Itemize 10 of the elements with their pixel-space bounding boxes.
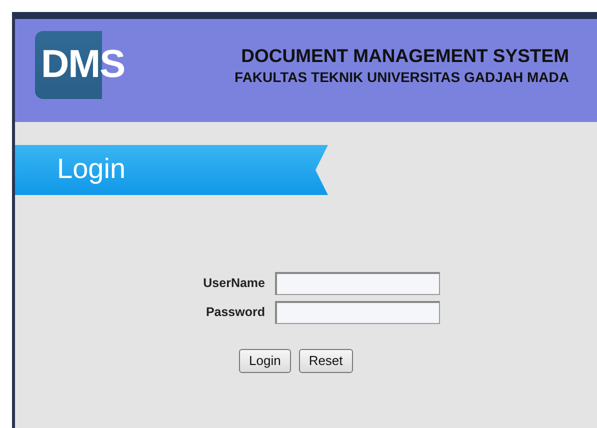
field-label: Password — [204, 304, 265, 322]
login-button[interactable]: Login — [239, 349, 291, 373]
section-ribbon: Login — [15, 145, 328, 195]
site-title: DOCUMENT MANAGEMENT SYSTEM — [240, 44, 569, 66]
reset-button[interactable]: Reset — [298, 349, 353, 373]
site-subtitle: FAKULTAS TEKNIK UNIVERSITAS GADJAH MADA — [234, 68, 569, 86]
username-field[interactable] — [275, 272, 440, 295]
password-field[interactable] — [275, 301, 440, 324]
field-label: UserName — [202, 275, 265, 292]
logo: DMS — [35, 30, 125, 98]
